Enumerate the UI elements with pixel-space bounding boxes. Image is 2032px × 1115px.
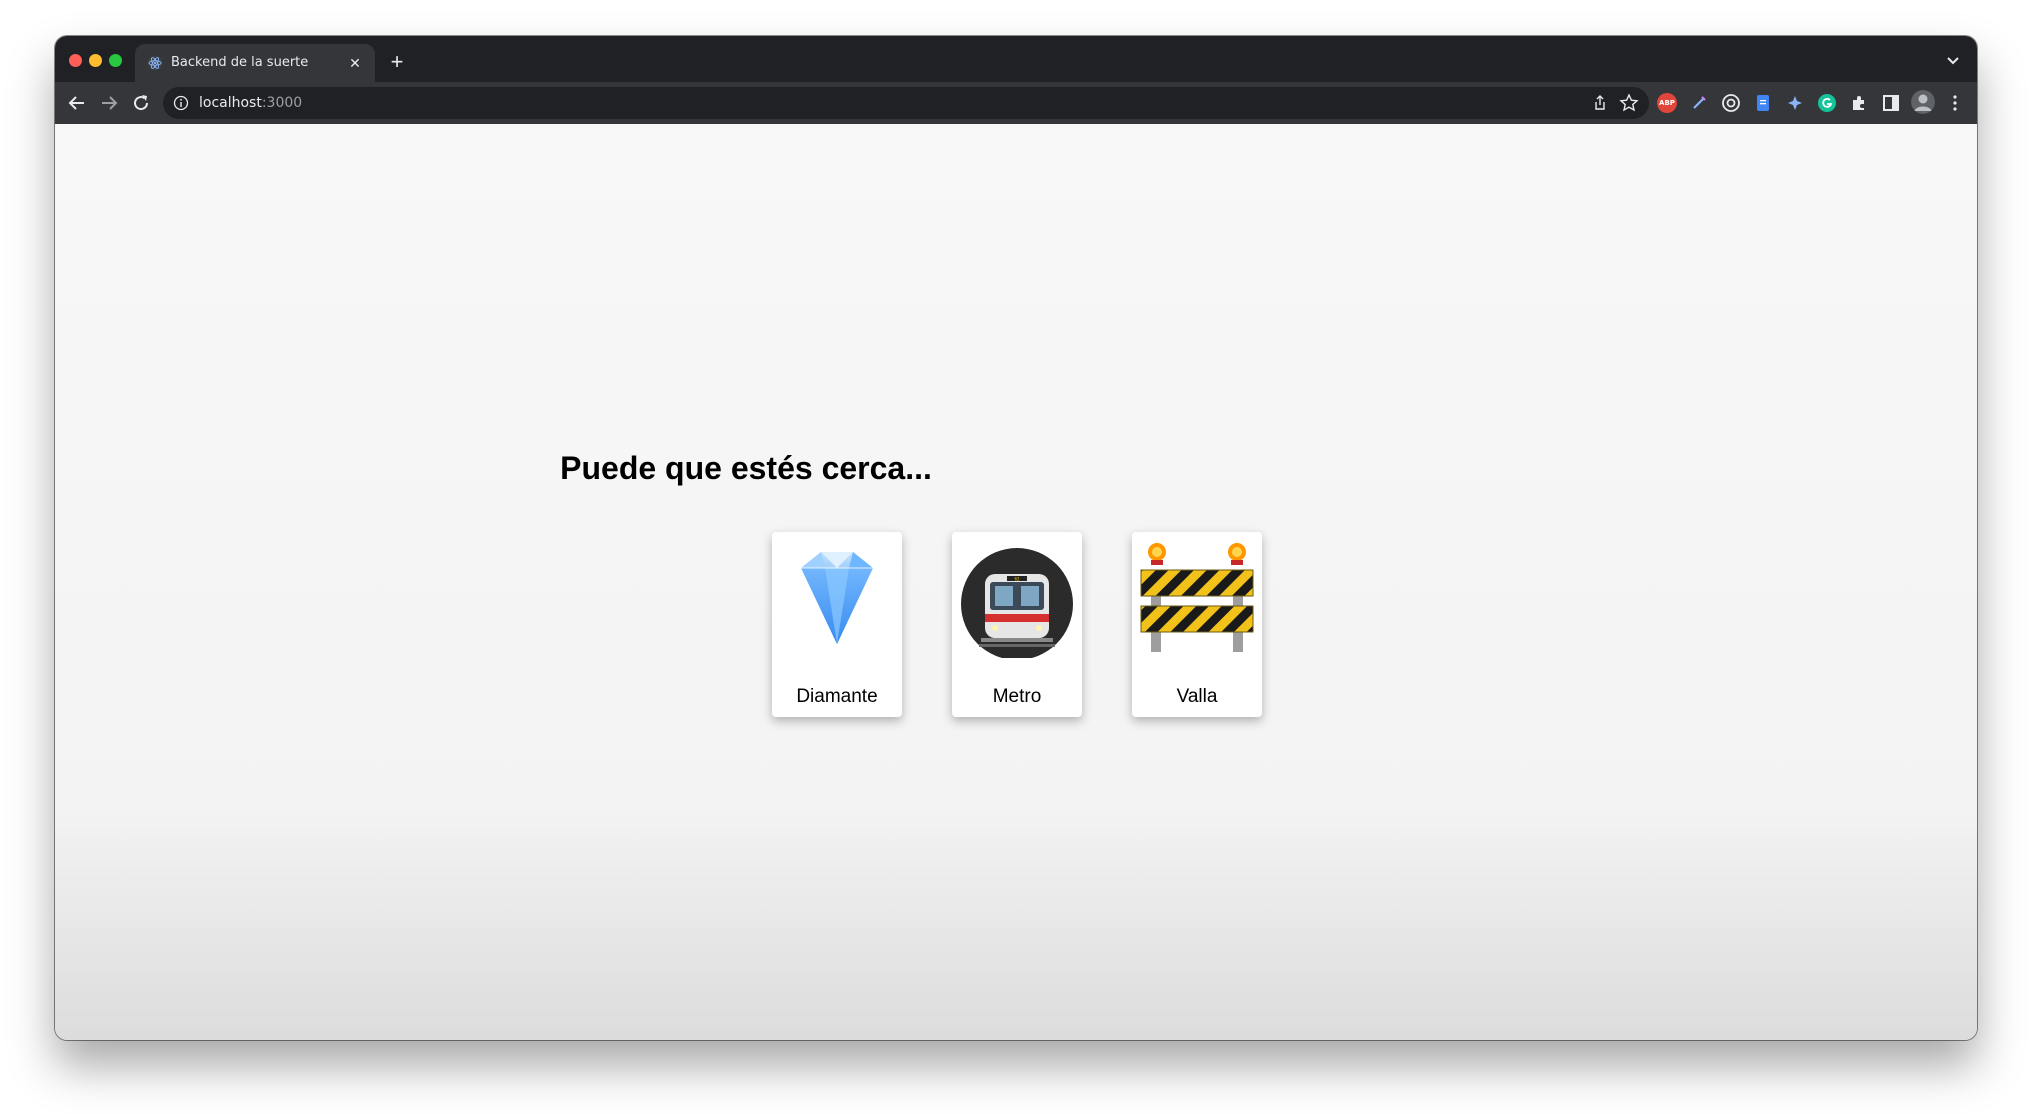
diamond-icon: [801, 552, 873, 644]
info-icon[interactable]: [173, 95, 189, 111]
card-valla[interactable]: Valla: [1132, 532, 1262, 717]
browser-window: Backend de la suerte ✕ + localhost:3000: [55, 36, 1977, 1040]
browser-extension-icon[interactable]: [1721, 93, 1741, 113]
browser-tab[interactable]: Backend de la suerte ✕: [135, 44, 375, 82]
share-icon[interactable]: [1591, 94, 1609, 112]
side-panel-icon[interactable]: [1881, 93, 1901, 113]
react-atom-icon: [147, 55, 163, 71]
cards-list: Diamante 62 Metro Valla: [772, 532, 1262, 717]
url-host: localhost: [199, 95, 262, 111]
tab-title: Backend de la suerte: [171, 55, 309, 70]
page-content: Puede que estés cerca... Diamante 62 Met…: [55, 124, 1977, 1040]
window-maximize-button[interactable]: [109, 54, 122, 67]
card-label-diamante: Diamante: [796, 686, 878, 707]
bookmark-star-icon[interactable]: [1619, 93, 1639, 113]
card-diamante[interactable]: Diamante: [772, 532, 902, 717]
browser-toolbar: localhost:3000 ABP: [55, 82, 1977, 124]
page-heading: Puede que estés cerca...: [560, 450, 932, 486]
more-menu-icon[interactable]: [1945, 93, 1965, 113]
forward-arrow-icon[interactable]: [97, 91, 121, 115]
card-label-metro: Metro: [992, 686, 1042, 707]
window-minimize-button[interactable]: [89, 54, 102, 67]
document-icon[interactable]: [1753, 93, 1773, 113]
puzzle-star-icon[interactable]: [1785, 93, 1805, 113]
extensions-puzzle-icon[interactable]: [1849, 93, 1869, 113]
tab-strip: Backend de la suerte ✕ +: [55, 36, 1977, 82]
address-bar[interactable]: localhost:3000: [163, 87, 1649, 119]
card-metro[interactable]: 62 Metro: [952, 532, 1082, 717]
url-port: :3000: [261, 95, 303, 111]
metro-train-icon: 62: [961, 548, 1073, 658]
adblock-plus-icon[interactable]: ABP: [1657, 93, 1677, 113]
grammarly-icon[interactable]: [1817, 93, 1837, 113]
url-text: localhost:3000: [199, 95, 302, 111]
construction-barrier-icon: [1140, 543, 1254, 652]
tab-close-icon[interactable]: ✕: [345, 53, 365, 73]
back-arrow-icon[interactable]: [65, 91, 89, 115]
avatar[interactable]: [1911, 90, 1935, 114]
svg-text:62: 62: [1014, 577, 1020, 582]
reload-icon[interactable]: [129, 91, 153, 115]
pen-icon[interactable]: [1689, 93, 1709, 113]
card-label-valla: Valla: [1176, 686, 1218, 707]
new-tab-button[interactable]: +: [383, 48, 411, 76]
window-close-button[interactable]: [69, 54, 82, 67]
chevron-down-icon[interactable]: [1943, 50, 1963, 70]
